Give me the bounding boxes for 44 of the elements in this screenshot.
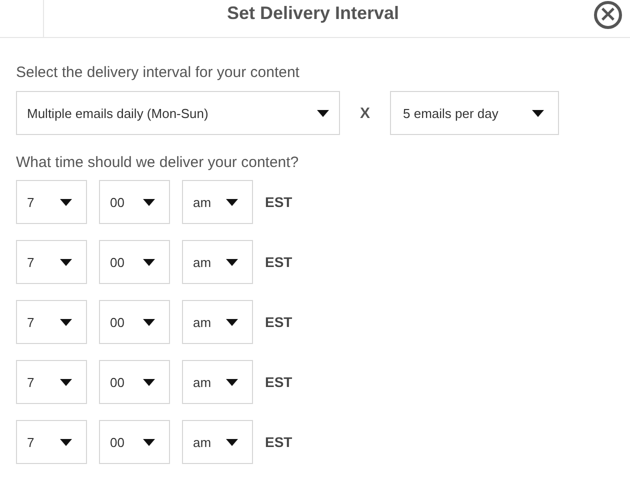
caret-icon <box>226 258 238 266</box>
timezone-label: EST <box>265 314 292 330</box>
minute-dropdown[interactable]: 00 <box>99 300 170 344</box>
caret-icon <box>532 110 544 116</box>
timezone-label: EST <box>265 434 292 450</box>
caret-icon <box>143 378 155 386</box>
hour-dropdown[interactable]: 7 <box>16 300 87 344</box>
timezone-label: EST <box>265 374 292 390</box>
caret-icon <box>60 378 72 386</box>
caret-icon <box>226 438 238 446</box>
minute-dropdown[interactable]: 00 <box>99 180 170 224</box>
timezone-label: EST <box>265 254 292 270</box>
hour-dropdown[interactable]: 7 <box>16 420 87 464</box>
hour-dropdown[interactable]: 7 <box>16 240 87 284</box>
hour-dropdown[interactable]: 7 <box>16 180 87 224</box>
caret-icon <box>60 198 72 206</box>
close-button[interactable]: × <box>594 0 622 28</box>
caret-icon <box>143 318 155 326</box>
hour-dropdown[interactable]: 7 <box>16 360 87 404</box>
caret-icon <box>317 110 329 116</box>
period-dropdown[interactable]: am <box>182 240 253 284</box>
caret-icon <box>143 258 155 266</box>
minute-dropdown[interactable]: 00 <box>99 240 170 284</box>
caret-icon <box>60 438 72 446</box>
period-dropdown[interactable]: am <box>182 360 253 404</box>
count-dropdown[interactable]: 5 emails per day <box>390 91 559 135</box>
caret-icon <box>60 258 72 266</box>
timezone-label: EST <box>265 194 292 210</box>
field-label: Select the delivery interval for your content <box>16 64 300 81</box>
minute-dropdown[interactable]: 00 <box>99 360 170 404</box>
period-dropdown[interactable]: am <box>182 300 253 344</box>
caret-icon <box>226 378 238 386</box>
period-dropdown[interactable]: am <box>182 420 253 464</box>
minute-dropdown[interactable]: 00 <box>99 420 170 464</box>
frequency-dropdown[interactable]: Multiple emails daily (Mon-Sun) <box>16 91 340 135</box>
caret-icon <box>226 318 238 326</box>
multiply-sign: X <box>358 104 371 122</box>
field-label: What time should we deliver your content? <box>16 154 300 171</box>
period-dropdown[interactable]: am <box>182 180 253 224</box>
caret-icon <box>226 198 238 206</box>
caret-icon <box>60 318 72 326</box>
caret-icon <box>143 198 155 206</box>
caret-icon <box>143 438 155 446</box>
dialog-title: Set Delivery Interval <box>226 3 400 24</box>
